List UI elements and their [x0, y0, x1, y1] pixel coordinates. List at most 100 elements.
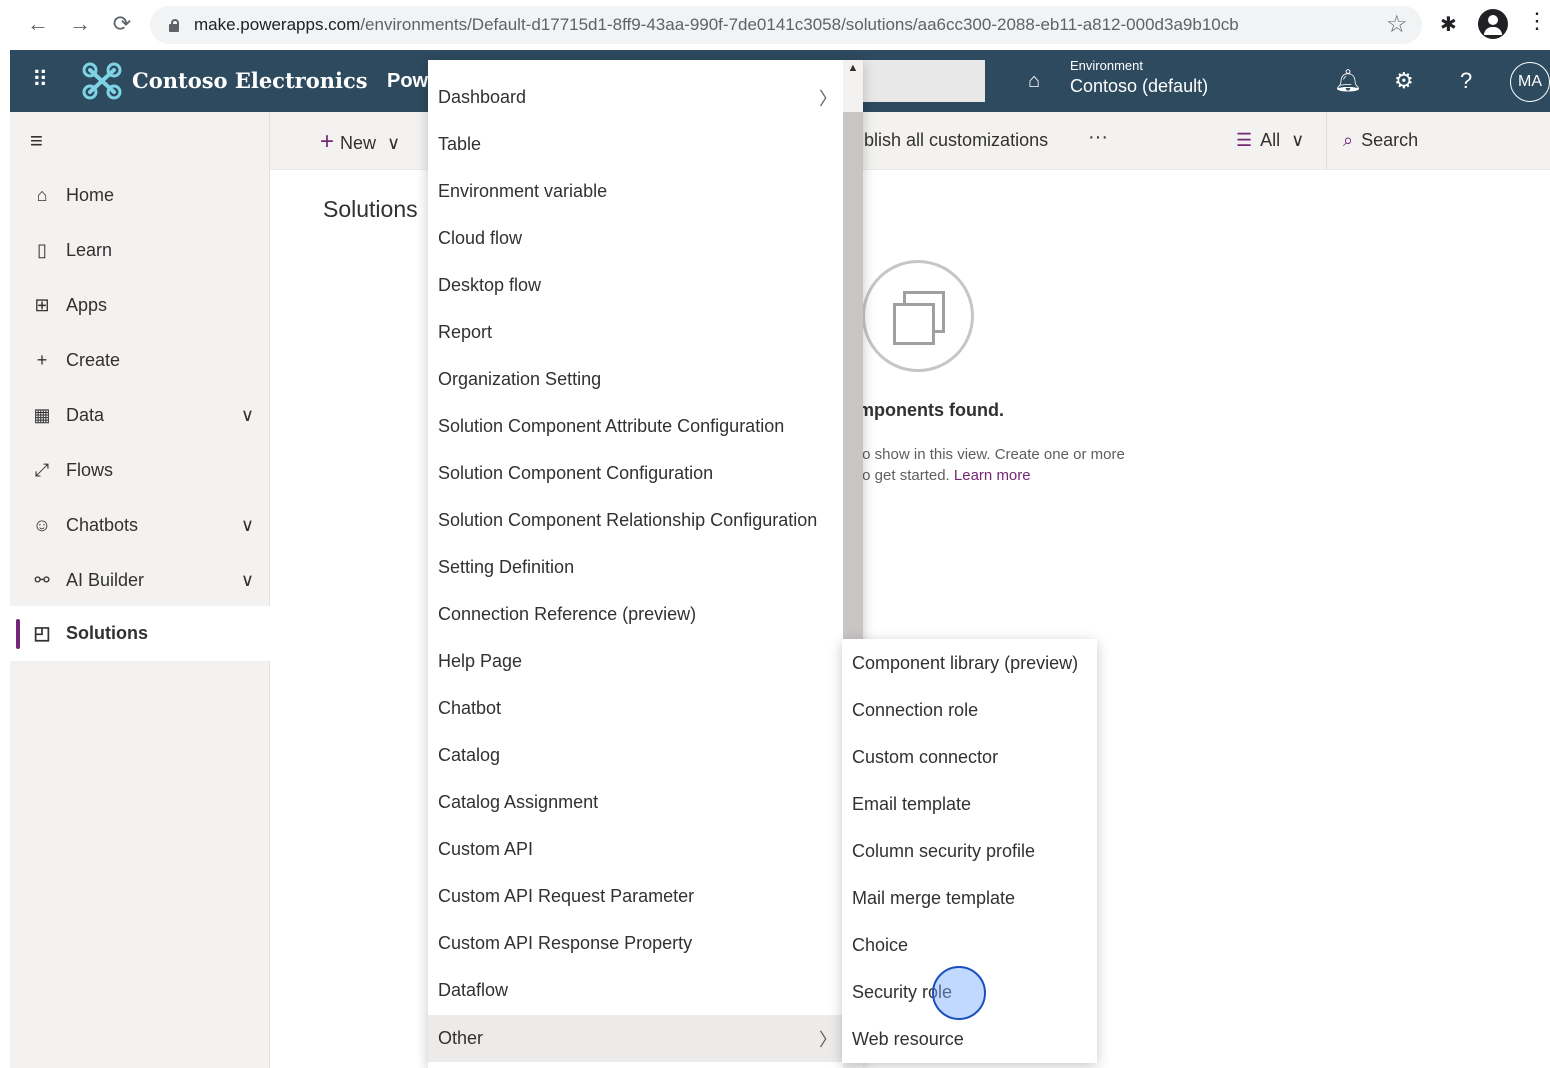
menu-item-label: Chatbot [438, 698, 502, 718]
chevron-down-icon[interactable]: ∨ [241, 570, 254, 591]
menu-item-cloud-flow[interactable]: Cloud flow [428, 215, 843, 262]
more-icon[interactable]: ··· [1088, 126, 1108, 149]
header-search-box[interactable] [860, 60, 985, 102]
menu-item-label: Custom API [438, 839, 534, 859]
menu-item-table[interactable]: Table [428, 121, 843, 168]
menu-item-label: Other [438, 1028, 484, 1048]
submenu-item-choice[interactable]: Choice [842, 922, 1097, 969]
book-icon: ▯ [37, 240, 47, 260]
filter-icon: ☰ [1236, 130, 1253, 150]
brand-name[interactable]: Contoso Electronics [132, 68, 368, 93]
profile-icon[interactable] [1478, 9, 1508, 39]
sidebar-item-home[interactable]: ⌂ Home [10, 168, 270, 223]
scroll-up-icon[interactable]: ▲ [843, 62, 863, 82]
sidebar-item-label: Create [66, 350, 121, 370]
submenu-item-label: Custom connector [852, 747, 999, 767]
menu-item-desktop-flow[interactable]: Desktop flow [428, 262, 843, 309]
sidebar-item-label: Solutions [66, 623, 148, 643]
submenu-item-label: Web resource [852, 1029, 964, 1049]
chevron-down-icon[interactable]: ∨ [241, 515, 254, 536]
help-icon[interactable]: ? [1460, 68, 1472, 94]
click-indicator [932, 966, 986, 1020]
menu-item-catalog-assignment[interactable]: Catalog Assignment [428, 779, 843, 826]
submenu-item-mail-merge-template[interactable]: Mail merge template [842, 875, 1097, 922]
environment-value[interactable]: Contoso (default) [1070, 76, 1208, 97]
chevron-down-icon: ∨ [1291, 130, 1305, 150]
menu-item-label: Dashboard [438, 87, 527, 107]
menu-item-solution-component-relationship-configuration[interactable]: Solution Component Relationship Configur… [428, 497, 843, 544]
menu-item-dataflow[interactable]: Dataflow [428, 967, 843, 1014]
menu-item-help-page[interactable]: Help Page [428, 638, 843, 685]
reload-icon[interactable]: ⟳ [108, 10, 136, 38]
new-label: New [340, 133, 377, 153]
search-box[interactable]: ⌕ Search [1326, 112, 1550, 170]
menu-item-custom-api[interactable]: Custom API [428, 826, 843, 873]
left-nav: ≡ ⌂ Home ▯ Learn ⊞ Apps + Create ▦ Data … [10, 112, 270, 1068]
empty-state-icon [862, 260, 974, 372]
sidebar-item-label: Chatbots [66, 515, 139, 535]
browser-menu-icon[interactable]: ⋮ [1526, 8, 1548, 34]
menu-item-label: Solution Component Attribute Configurati… [438, 416, 785, 436]
app-launcher-icon[interactable]: ⠿ [28, 68, 52, 92]
menu-item-solution-component-attribute-configuration[interactable]: Solution Component Attribute Configurati… [428, 403, 843, 450]
menu-item-label: Connection Reference (preview) [438, 604, 697, 624]
sidebar-item-ai-builder[interactable]: ⚯ AI Builder ∨ [10, 553, 270, 608]
menu-item-label: Table [438, 134, 482, 154]
home-icon: ⌂ [36, 185, 48, 205]
environment-label[interactable]: Environment [1070, 58, 1143, 73]
submenu-item-custom-connector[interactable]: Custom connector [842, 734, 1097, 781]
menu-item-other[interactable]: Other 〉 [428, 1015, 843, 1062]
menu-item-label: Custom API Request Parameter [438, 886, 695, 906]
submenu-item-connection-role[interactable]: Connection role [842, 687, 1097, 734]
chevron-down-icon[interactable]: ∨ [241, 405, 254, 426]
view-filter[interactable]: ☰ All ∨ [1236, 130, 1304, 151]
menu-item-connection-reference[interactable]: Connection Reference (preview) [428, 591, 843, 638]
address-bar[interactable]: make.powerapps.com/environments/Default-… [150, 6, 1422, 44]
menu-item-environment-variable[interactable]: Environment variable [428, 168, 843, 215]
submenu-item-column-security-profile[interactable]: Column security profile [842, 828, 1097, 875]
menu-item-label: Report [438, 322, 493, 342]
gear-icon[interactable]: ⚙ [1394, 68, 1414, 94]
filter-label: All [1260, 130, 1281, 150]
product-name[interactable]: Pow [387, 70, 428, 93]
forward-icon[interactable]: → [66, 10, 94, 38]
sidebar-item-data[interactable]: ▦ Data ∨ [10, 388, 270, 443]
lock-icon [168, 18, 180, 32]
menu-item-dashboard[interactable]: Dashboard 〉 [428, 74, 843, 121]
menu-item-chatbot[interactable]: Chatbot [428, 685, 843, 732]
sidebar-item-create[interactable]: + Create [10, 333, 270, 388]
menu-item-custom-api-request-parameter[interactable]: Custom API Request Parameter [428, 873, 843, 920]
menu-item-setting-definition[interactable]: Setting Definition [428, 544, 843, 591]
menu-item-custom-api-response-property[interactable]: Custom API Response Property [428, 920, 843, 967]
hamburger-icon[interactable]: ≡ [30, 128, 43, 154]
sidebar-item-apps[interactable]: ⊞ Apps [10, 278, 270, 333]
bell-icon[interactable]: 🔔︎ [1334, 68, 1362, 94]
menu-item-catalog[interactable]: Catalog [428, 732, 843, 779]
sidebar-item-learn[interactable]: ▯ Learn [10, 223, 270, 278]
url-domain: make.powerapps.com [194, 15, 361, 34]
publish-all-button[interactable]: ublish all customizations [854, 130, 1048, 151]
menu-item-organization-setting[interactable]: Organization Setting [428, 356, 843, 403]
menu-item-report[interactable]: Report [428, 309, 843, 356]
chevron-right-icon: 〉 [819, 88, 837, 109]
avatar[interactable]: MA [1510, 62, 1550, 102]
menu-scroll-thumb[interactable] [843, 112, 863, 642]
sidebar-item-chatbots[interactable]: ☺ Chatbots ∨ [10, 498, 270, 553]
back-icon[interactable]: ← [24, 10, 52, 38]
learn-more-link[interactable]: Learn more [954, 467, 1031, 484]
sidebar-item-solutions[interactable]: ◰ Solutions [10, 606, 270, 661]
submenu-item-component-library[interactable]: Component library (preview) [842, 640, 1097, 687]
sidebar-item-label: Apps [66, 295, 108, 315]
environment-icon[interactable]: ⌂ [1028, 70, 1040, 93]
search-placeholder: Search [1361, 130, 1419, 150]
menu-item-solution-component-configuration[interactable]: Solution Component Configuration [428, 450, 843, 497]
contoso-logo [82, 62, 122, 100]
submenu-item-email-template[interactable]: Email template [842, 781, 1097, 828]
bookmark-star-icon[interactable]: ☆ [1386, 10, 1408, 39]
submenu-item-web-resource[interactable]: Web resource [842, 1016, 1097, 1063]
empty-state-description: to show in this view. Create one or more [858, 446, 1125, 463]
extensions-icon[interactable]: ✱ [1440, 12, 1457, 37]
new-button[interactable]: + New ∨ [320, 128, 400, 156]
chevron-down-icon: ∨ [387, 133, 401, 153]
sidebar-item-flows[interactable]: ⤢ Flows [10, 443, 270, 498]
